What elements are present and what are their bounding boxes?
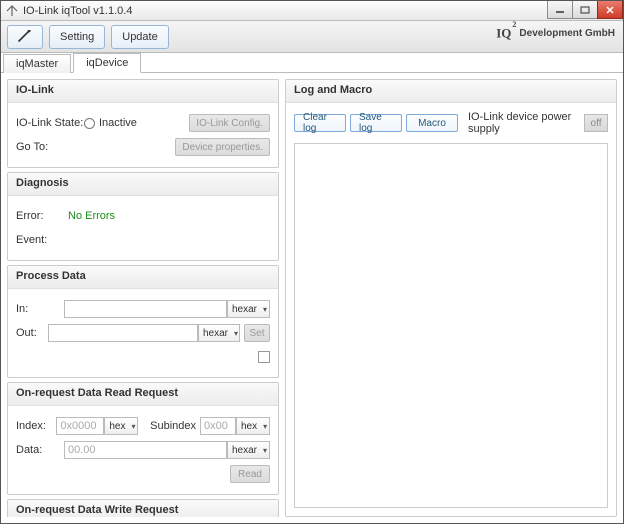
window-controls xyxy=(548,1,623,20)
iolink-state-label: IO-Link State: xyxy=(16,117,84,129)
power-supply-label: IO-Link device power supply xyxy=(468,111,580,135)
iolink-config-button[interactable]: IO-Link Config. xyxy=(189,114,270,132)
close-button[interactable] xyxy=(597,1,623,19)
tab-iqmaster[interactable]: iqMaster xyxy=(3,54,71,73)
read-index-label: Index: xyxy=(16,420,56,432)
error-value: No Errors xyxy=(68,210,115,222)
read-button[interactable]: Read xyxy=(230,465,270,483)
read-subindex-input[interactable] xyxy=(200,417,236,435)
macro-button[interactable]: Macro xyxy=(406,114,458,132)
panel-log-macro: Log and Macro Clear log Save log Macro I… xyxy=(285,79,617,517)
error-label: Error: xyxy=(16,210,64,222)
window-title: IO-Link iqTool v1.1.0.4 xyxy=(23,5,132,17)
pdata-checkbox[interactable] xyxy=(258,351,270,363)
panel-diagnosis-title: Diagnosis xyxy=(8,173,278,196)
panel-process-data: Process Data In: hexar▾ Out: hexar▾ Set xyxy=(7,265,279,378)
panel-process-data-title: Process Data xyxy=(8,266,278,289)
panel-write-title: On-request Data Write Request xyxy=(8,500,278,517)
read-subindex-label: Subindex xyxy=(150,420,196,432)
read-data-input[interactable] xyxy=(64,441,227,459)
brand-logo: IQ2 Development GmbH xyxy=(496,25,615,41)
clear-log-button[interactable]: Clear log xyxy=(294,114,346,132)
panel-diagnosis: Diagnosis Error: No Errors Event: xyxy=(7,172,279,261)
pdata-in-label: In: xyxy=(16,303,64,315)
save-log-button[interactable]: Save log xyxy=(350,114,402,132)
goto-label: Go To: xyxy=(16,141,84,153)
titlebar: IO-Link iqTool v1.1.0.4 xyxy=(1,1,623,21)
panel-read-title: On-request Data Read Request xyxy=(8,383,278,406)
event-label: Event: xyxy=(16,234,64,246)
left-column: IO-Link IO-Link State: Inactive IO-Link … xyxy=(7,79,279,517)
setting-button[interactable]: Setting xyxy=(49,25,105,49)
panel-iolink-title: IO-Link xyxy=(8,80,278,103)
pdata-in-format[interactable]: hexar▾ xyxy=(227,300,270,318)
read-data-label: Data: xyxy=(16,444,64,456)
content-area: IO-Link IO-Link State: Inactive IO-Link … xyxy=(1,73,623,523)
tab-iqdevice[interactable]: iqDevice xyxy=(73,53,141,73)
minimize-button[interactable] xyxy=(547,1,573,19)
iolink-state-value: Inactive xyxy=(99,117,137,129)
brand-iq: IQ2 xyxy=(496,25,515,41)
panel-iolink: IO-Link IO-Link State: Inactive IO-Link … xyxy=(7,79,279,168)
read-subindex-fmt[interactable]: hex▾ xyxy=(236,417,270,435)
tab-strip: iqMaster iqDevice xyxy=(1,53,623,73)
iolink-state-radio[interactable] xyxy=(84,118,95,129)
toolbar: Setting Update IQ2 Development GmbH xyxy=(1,21,623,53)
read-data-fmt[interactable]: hexar▾ xyxy=(227,441,270,459)
read-index-fmt[interactable]: hex▾ xyxy=(104,417,138,435)
pdata-out-input[interactable] xyxy=(48,324,198,342)
log-textarea[interactable] xyxy=(294,143,608,508)
chevron-down-icon: ▾ xyxy=(263,305,267,314)
pdata-out-format[interactable]: hexar▾ xyxy=(198,324,240,342)
panel-log-title: Log and Macro xyxy=(286,80,616,103)
panel-write-request: On-request Data Write Request Index: hex… xyxy=(7,499,279,517)
maximize-button[interactable] xyxy=(572,1,598,19)
pdata-set-button[interactable]: Set xyxy=(244,324,270,342)
app-window: IO-Link iqTool v1.1.0.4 Setting Update I… xyxy=(0,0,624,524)
chevron-down-icon: ▾ xyxy=(263,446,267,455)
update-button[interactable]: Update xyxy=(111,25,168,49)
pdata-out-label: Out: xyxy=(16,327,48,339)
connect-button[interactable] xyxy=(7,25,43,49)
chevron-down-icon: ▾ xyxy=(263,422,267,431)
panel-read-request: On-request Data Read Request Index: hex▾… xyxy=(7,382,279,495)
chevron-down-icon: ▾ xyxy=(131,422,135,431)
pdata-in-input[interactable] xyxy=(64,300,227,318)
brand-rest: Development GmbH xyxy=(519,28,615,39)
power-supply-toggle[interactable]: off xyxy=(584,114,608,132)
chevron-down-icon: ▾ xyxy=(234,329,238,338)
device-properties-button[interactable]: Device properties. xyxy=(175,138,270,156)
app-icon xyxy=(5,4,19,18)
read-index-input[interactable] xyxy=(56,417,104,435)
